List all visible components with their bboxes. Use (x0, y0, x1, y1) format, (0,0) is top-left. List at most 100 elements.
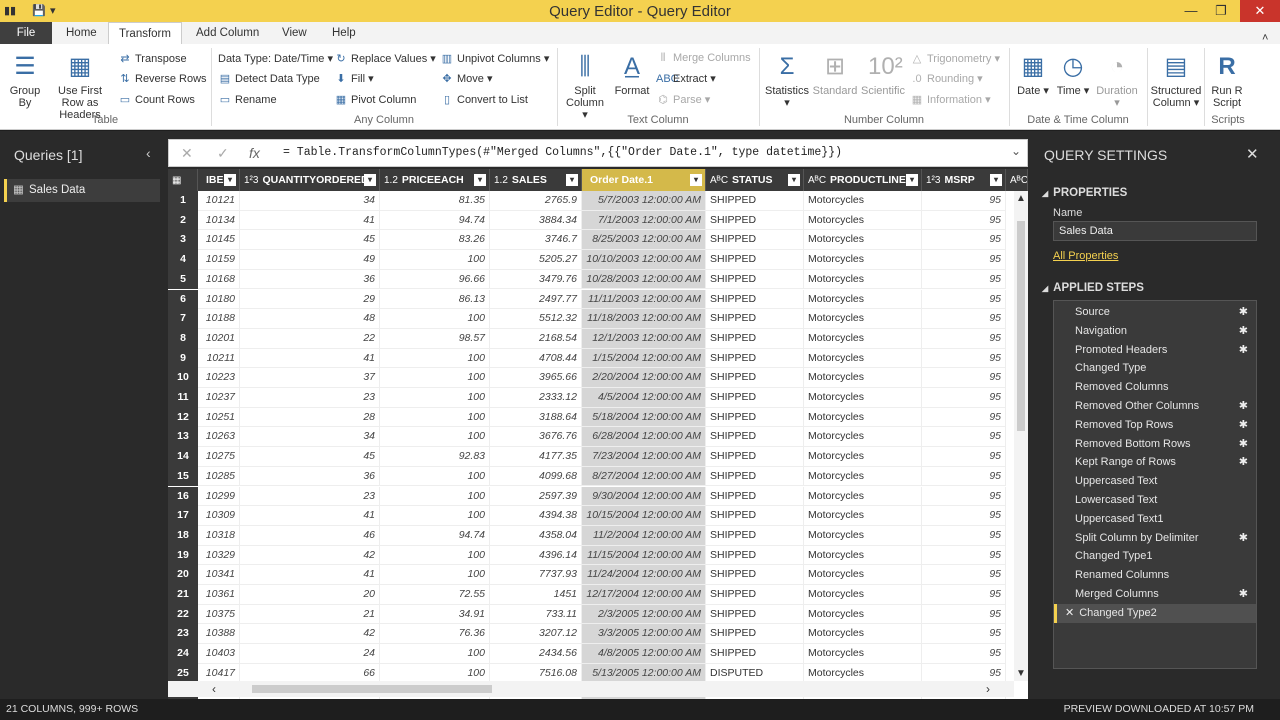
table-cell[interactable]: Motorcycles (804, 230, 922, 251)
row-number[interactable]: 9 (168, 348, 198, 369)
gear-icon[interactable]: ✱ (1239, 585, 1248, 604)
table-cell[interactable]: 2/20/2004 12:00:00 AM (582, 368, 706, 388)
table-cell[interactable]: 10/28/2003 12:00:00 AM (582, 269, 706, 290)
row-number[interactable]: 22 (168, 604, 198, 625)
row-number[interactable]: 15 (168, 466, 198, 487)
duration-button[interactable]: ◔ Duration ▾ (1094, 52, 1140, 109)
table-cell[interactable]: 10145 (198, 230, 240, 251)
table-cell[interactable]: 94.74 (380, 525, 490, 546)
table-cell[interactable]: SHIPPED (706, 309, 804, 329)
table-cell[interactable]: Motorcycles (804, 328, 922, 349)
table-cell[interactable]: 10251 (198, 407, 240, 428)
table-cell[interactable]: 95 (922, 427, 1006, 448)
tab-add-column[interactable]: Add Column (186, 22, 269, 44)
table-cell[interactable]: SHIPPED (706, 624, 804, 645)
gear-icon[interactable]: ✱ (1239, 322, 1248, 341)
table-cell[interactable]: 95 (922, 407, 1006, 428)
replace-values-button[interactable]: ↻ Replace Values ▾ (334, 52, 435, 65)
table-cell[interactable]: SHIPPED (706, 466, 804, 487)
table-row[interactable]: 5 10168 36 96.66 3479.76 10/28/2003 12:00:00 … (168, 269, 1008, 290)
applied-step[interactable]: Promoted Headers ✱ (1054, 341, 1256, 360)
table-cell[interactable]: 45 (240, 447, 380, 467)
table-cell[interactable]: 41 (240, 348, 380, 369)
delete-step-icon[interactable]: ✕ (1065, 607, 1074, 619)
query-item-sales-data[interactable]: ▦ Sales Data (4, 179, 160, 202)
close-settings-icon[interactable]: ✕ (1246, 145, 1259, 163)
table-cell[interactable]: 5/7/2003 12:00:00 AM (582, 191, 706, 211)
table-cell[interactable]: SHIPPED (706, 486, 804, 507)
data-type-dropdown[interactable]: Data Type: Date/Time ▾ (218, 52, 333, 65)
applied-step[interactable]: Changed Type1 (1054, 547, 1256, 566)
applied-step[interactable]: Removed Columns (1054, 378, 1256, 397)
table-cell[interactable]: 11/11/2003 12:00:00 AM (582, 289, 706, 310)
table-row[interactable]: 12 10251 28 100 3188.64 5/18/2004 12:00:00 AM… (168, 407, 1008, 428)
table-cell[interactable]: 96.66 (380, 269, 490, 290)
merge-columns-button[interactable]: ⫴ Merge Columns (656, 52, 751, 65)
rename-button[interactable]: ▭ Rename (218, 93, 277, 106)
table-row[interactable]: 3 10145 45 83.26 3746.7 8/25/2003 12:00:00 AM… (168, 230, 1008, 251)
table-cell[interactable]: 100 (380, 486, 490, 507)
table-cell[interactable]: 3188.64 (490, 407, 582, 428)
table-cell[interactable]: 100 (380, 506, 490, 526)
applied-step[interactable]: Renamed Columns (1054, 566, 1256, 585)
vertical-scrollbar[interactable]: ▲ ▼ (1014, 191, 1028, 681)
filter-dropdown-icon[interactable]: ▾ (566, 174, 578, 186)
table-cell[interactable]: 100 (380, 407, 490, 428)
function-icon[interactable]: fx (249, 145, 260, 161)
horizontal-scroll-thumb[interactable] (252, 685, 492, 693)
table-cell[interactable]: SHIPPED (706, 604, 804, 625)
column-type-icon[interactable]: AᴮC (710, 175, 728, 186)
table-cell[interactable]: 100 (380, 565, 490, 585)
filter-dropdown-icon[interactable]: ▾ (474, 174, 486, 186)
table-cell[interactable]: 95 (922, 506, 1006, 526)
group-by-button[interactable]: ☰ Group By (6, 52, 44, 109)
table-cell[interactable]: 10134 (198, 210, 240, 231)
all-properties-link[interactable]: All Properties (1053, 250, 1118, 262)
applied-step[interactable]: Source ✱ (1054, 303, 1256, 322)
scroll-left-icon[interactable]: ‹ (212, 682, 216, 696)
table-row[interactable]: 21 10361 20 72.55 1451 12/17/2004 12:00:00 AM… (168, 585, 1008, 605)
table-cell[interactable]: 95 (922, 525, 1006, 546)
table-cell[interactable]: 95 (922, 289, 1006, 310)
row-number[interactable]: 6 (168, 289, 198, 310)
table-cell[interactable]: SHIPPED (706, 250, 804, 270)
date-button[interactable]: ▦ Date ▾ (1014, 52, 1052, 97)
row-number[interactable]: 20 (168, 565, 198, 585)
table-cell[interactable]: Motorcycles (804, 191, 922, 211)
table-cell[interactable]: Motorcycles (804, 604, 922, 625)
gear-icon[interactable]: ✱ (1239, 529, 1248, 548)
row-number[interactable]: 21 (168, 585, 198, 605)
table-row[interactable]: 19 10329 42 100 4396.14 11/15/2004 12:00:00 A… (168, 545, 1008, 566)
table-cell[interactable]: 95 (922, 191, 1006, 211)
table-cell[interactable]: 10285 (198, 466, 240, 487)
table-row[interactable]: 15 10285 36 100 4099.68 8/27/2004 12:00:00 AM… (168, 466, 1008, 487)
table-cell[interactable]: 95 (922, 585, 1006, 605)
table-cell[interactable]: Motorcycles (804, 348, 922, 369)
unpivot-columns-button[interactable]: ▥ Unpivot Columns ▾ (440, 52, 550, 65)
table-cell[interactable]: Motorcycles (804, 309, 922, 329)
table-row[interactable]: 9 10211 41 100 4708.44 1/15/2004 12:00:00 AM S… (168, 348, 1008, 369)
detect-data-type-button[interactable]: ▤ Detect Data Type (218, 72, 320, 85)
table-row[interactable]: 14 10275 45 92.83 4177.35 7/23/2004 12:00:00 … (168, 447, 1008, 467)
table-cell[interactable]: 12/1/2003 12:00:00 AM (582, 328, 706, 349)
applied-step[interactable]: Merged Columns ✱ (1054, 585, 1256, 604)
table-cell[interactable]: SHIPPED (706, 328, 804, 349)
tab-transform[interactable]: Transform (108, 22, 182, 45)
table-cell[interactable]: 10237 (198, 388, 240, 408)
information-button[interactable]: ▦ Information ▾ (910, 93, 991, 106)
table-cell[interactable]: 10/10/2003 12:00:00 AM (582, 250, 706, 270)
table-cell[interactable]: 100 (380, 309, 490, 329)
table-cell[interactable]: 3479.76 (490, 269, 582, 290)
table-cell[interactable]: 2597.39 (490, 486, 582, 507)
table-cell[interactable]: Motorcycles (804, 250, 922, 270)
table-row[interactable]: 16 10299 23 100 2597.39 9/30/2004 12:00:00 AM… (168, 486, 1008, 507)
table-cell[interactable]: 4394.38 (490, 506, 582, 526)
table-cell[interactable]: 9/30/2004 12:00:00 AM (582, 486, 706, 507)
table-cell[interactable]: 8/27/2004 12:00:00 AM (582, 466, 706, 487)
convert-to-list-button[interactable]: ▯ Convert to List (440, 93, 528, 106)
table-cell[interactable]: SHIPPED (706, 348, 804, 369)
table-cell[interactable]: 7/1/2003 12:00:00 AM (582, 210, 706, 231)
expand-formula-icon[interactable]: ⌄ (1011, 144, 1021, 158)
table-cell[interactable]: 4177.35 (490, 447, 582, 467)
table-cell[interactable]: 2333.12 (490, 388, 582, 408)
